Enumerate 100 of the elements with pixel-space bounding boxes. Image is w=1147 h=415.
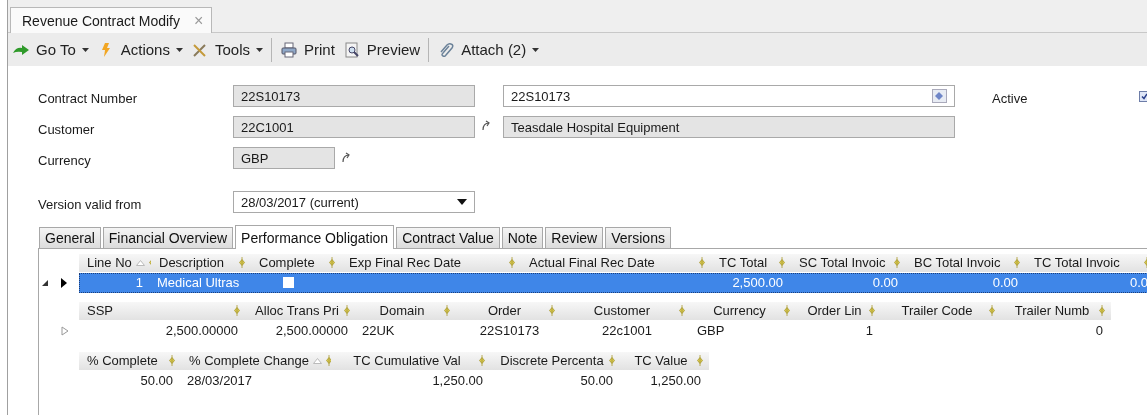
field-label: Version valid from	[38, 195, 143, 212]
toolbar-button[interactable]: Tools	[188, 37, 265, 62]
column-header[interactable]: Order Lin	[796, 301, 881, 320]
tools-icon	[190, 41, 209, 58]
column-header[interactable]: Trailer Code	[881, 301, 1001, 320]
toolbar-button[interactable]: Attach (2)	[435, 37, 542, 62]
table-cell-text: 1,250.00	[431, 373, 484, 388]
field-label: Currency	[38, 151, 92, 168]
document-tab[interactable]: Revenue Contract Modify ×	[10, 7, 213, 33]
table-cell-text: 22c1001	[601, 323, 653, 338]
column-header[interactable]: Trailer Numb	[1001, 301, 1111, 320]
column-header[interactable]: Currency	[691, 301, 796, 320]
field-label: Active	[992, 89, 1029, 106]
table-cell-text: 50.00	[139, 373, 174, 388]
sort-icon	[135, 259, 145, 266]
tab[interactable]: Review	[545, 227, 604, 248]
column-header[interactable]: Line No	[79, 253, 151, 272]
column-pin-icon[interactable]	[697, 355, 703, 366]
tab[interactable]: General	[39, 227, 101, 248]
active-checkbox[interactable]	[1139, 90, 1147, 102]
column-header[interactable]: Domain	[356, 301, 456, 320]
tab[interactable]: Versions	[605, 227, 671, 248]
column-pin-icon[interactable]	[894, 257, 900, 268]
expander-icon[interactable]	[41, 278, 49, 287]
column-pin-icon[interactable]	[1014, 257, 1020, 268]
link-arrow-icon[interactable]	[481, 119, 491, 132]
column-header[interactable]: SSP	[79, 301, 246, 320]
column-header[interactable]: Complete	[251, 253, 341, 272]
table-cell-text: 2,500.00000	[164, 323, 239, 338]
toolbar-button[interactable]: Print	[278, 37, 337, 62]
column-pin-icon[interactable]	[679, 305, 685, 316]
column-header[interactable]: % Complete Change	[181, 351, 331, 370]
toolbar-button[interactable]: Go To	[10, 37, 91, 62]
table-row[interactable]: 50.00 28/03/2017 1,250.00 50.00 1,250.00	[79, 370, 709, 391]
column-pin-icon[interactable]	[869, 305, 875, 316]
column-pin-icon[interactable]	[1099, 305, 1105, 316]
column-header[interactable]: Alloc Trans Pri	[246, 301, 356, 320]
caret-icon	[256, 47, 263, 52]
dropdown-caret-icon	[457, 199, 467, 205]
field-label: Customer	[38, 120, 96, 137]
caret-icon	[81, 47, 89, 52]
column-pin-icon[interactable]	[509, 257, 515, 268]
column-header[interactable]: SC Total Invoic	[791, 253, 906, 272]
column-pin-icon[interactable]	[609, 355, 615, 366]
table-cell-text: GBP	[696, 323, 726, 338]
column-header[interactable]: BC Total Invoic	[906, 253, 1026, 272]
tab[interactable]: Note	[501, 227, 544, 248]
column-header[interactable]: TC Cumulative Val	[331, 351, 491, 370]
field-label: Contract Number	[38, 89, 138, 106]
customer-code-field[interactable]: 22C1001	[233, 116, 475, 138]
column-pin-icon[interactable]	[784, 305, 790, 316]
column-header[interactable]: TC Total Invoic	[1026, 253, 1147, 272]
column-header[interactable]: TC Total	[711, 253, 791, 272]
column-pin-icon[interactable]	[169, 355, 175, 366]
column-pin-icon[interactable]	[329, 257, 335, 268]
customer-name-field[interactable]: Teasdale Hospital Equipment	[503, 116, 955, 138]
currency-field[interactable]: GBP	[233, 147, 335, 169]
column-pin-icon[interactable]	[444, 305, 450, 316]
tab[interactable]: Contract Value	[396, 227, 500, 248]
column-pin-icon[interactable]	[989, 305, 995, 316]
column-pin-icon[interactable]	[344, 305, 350, 316]
version-dropdown[interactable]: 28/03/2017 (current)	[233, 191, 475, 213]
lookup-icon[interactable]	[932, 89, 947, 103]
paperclip-icon	[437, 41, 456, 58]
toolbar-button[interactable]: Actions	[94, 37, 185, 62]
column-pin-icon[interactable]	[479, 355, 485, 366]
table-cell-text: 0.00	[991, 275, 1019, 290]
sort-icon	[312, 357, 322, 364]
column-header[interactable]: Order	[456, 301, 561, 320]
column-pin-icon[interactable]	[325, 355, 332, 366]
column-header[interactable]: Customer	[561, 301, 691, 320]
tab[interactable]: Financial Overview	[102, 227, 234, 248]
column-pin-icon[interactable]	[234, 305, 240, 316]
column-header[interactable]: % Complete	[79, 351, 181, 370]
column-pin-icon[interactable]	[699, 257, 705, 268]
row-checkbox[interactable]	[283, 277, 294, 288]
column-header[interactable]: Description	[151, 253, 251, 272]
contract-number-field[interactable]: 22S10173	[503, 85, 955, 107]
table-cell-text: 1	[134, 275, 144, 290]
column-pin-icon[interactable]	[549, 305, 555, 316]
table-cell-text: 50.00	[579, 373, 614, 388]
table-cell-text: Medical Ultras	[156, 275, 241, 290]
printer-icon	[280, 41, 298, 58]
column-header[interactable]: TC Value	[621, 351, 709, 370]
table-cell-text: 2,500.00000	[274, 323, 349, 338]
toolbar-button[interactable]: Preview	[340, 37, 423, 62]
table-row[interactable]: 1 Medical Ultras 2,500.00 0.00 0.00 0.0	[79, 272, 1147, 293]
column-header[interactable]: Exp Final Rec Date	[341, 253, 521, 272]
table-cell-text: 1	[864, 323, 874, 338]
column-header[interactable]: Actual Final Rec Date	[521, 253, 711, 272]
table-row[interactable]: 2,500.00000 2,500.00000 22UK 22S10173 22c1001 GBP 1 0	[79, 320, 1111, 341]
column-header[interactable]: Discrete Percenta	[491, 351, 621, 370]
table-cell-text: 22S10173	[478, 323, 541, 338]
column-pin-icon[interactable]	[239, 257, 245, 268]
table-cell-text: 0.0	[1128, 275, 1147, 290]
caret-icon	[175, 47, 183, 52]
link-arrow-icon[interactable]	[341, 152, 351, 164]
column-pin-icon[interactable]	[779, 257, 785, 268]
tab[interactable]: Performance Obligation	[235, 225, 395, 249]
contract-code-field[interactable]: 22S10173	[233, 85, 475, 107]
